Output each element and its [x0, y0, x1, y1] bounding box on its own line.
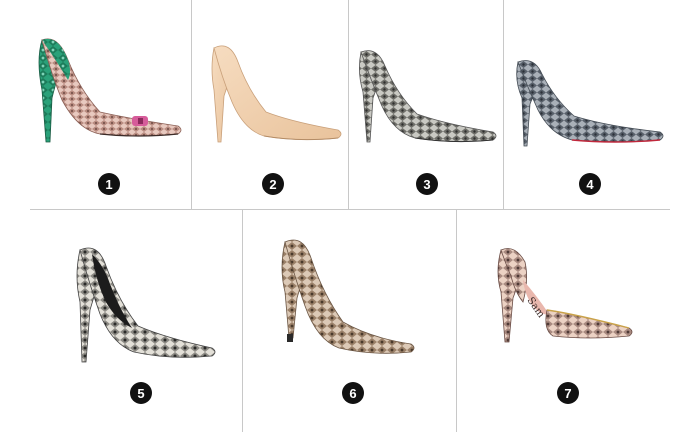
item-number-badge: 5: [130, 382, 152, 404]
shoe-image: [281, 239, 415, 354]
item-number-badge: 6: [342, 382, 364, 404]
product-card-3[interactable]: 3: [349, 0, 503, 209]
shoe-image: [76, 247, 216, 363]
product-card-1[interactable]: 1: [0, 0, 191, 209]
product-grid: 1 2 3 4 5 6 Sam 7: [0, 0, 699, 432]
product-card-4[interactable]: 4: [504, 0, 670, 209]
product-card-5[interactable]: 5: [30, 210, 242, 432]
shoe-image: [359, 50, 497, 143]
shoe-image: [38, 38, 182, 143]
item-number-badge: 7: [557, 382, 579, 404]
product-card-2[interactable]: 2: [192, 0, 348, 209]
svg-text:Sam: Sam: [525, 295, 547, 320]
product-card-7[interactable]: Sam 7: [457, 210, 670, 432]
shoe-image: [516, 60, 664, 147]
shoe-image: [211, 45, 342, 143]
item-number-badge: 1: [98, 173, 120, 195]
item-number-badge: 3: [416, 173, 438, 195]
item-number-badge: 4: [579, 173, 601, 195]
item-number-badge: 2: [262, 173, 284, 195]
product-card-6[interactable]: 6: [243, 210, 456, 432]
shoe-image: Sam: [497, 248, 633, 343]
